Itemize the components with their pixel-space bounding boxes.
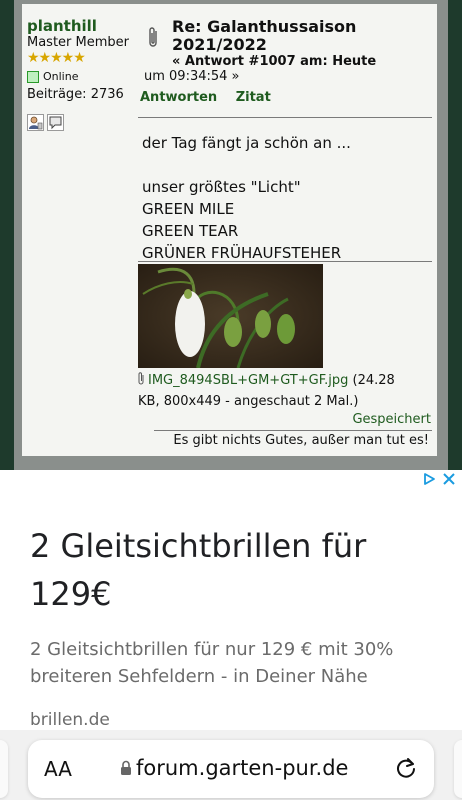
text-size-label: AA [44,757,72,781]
body-line: unser größtes "Licht" [142,178,301,196]
divider [138,261,432,262]
body-line: der Tag fängt ja schön an ... [142,134,351,152]
reply-number: « Antwort #1007 am: Heute [172,54,377,69]
reply-link[interactable]: Antworten [140,90,217,105]
url-display[interactable]: forum.garten-pur.de [120,756,348,780]
ad-choices[interactable] [422,472,456,486]
post-actions: Antworten Zitat [140,90,285,105]
profile-icon[interactable] [27,114,44,131]
text-size-button[interactable]: AA [44,757,72,781]
post-meta: « Antwort #1007 am: Heute um 09:34:54 » [144,54,437,84]
ad-domain[interactable]: brillen.de [30,710,110,730]
online-status: Online [27,70,142,83]
signature: Es gibt nichts Gutes, außer man tut es! [173,433,429,448]
post-title[interactable]: Re: Galanthussaison 2021/2022 [172,18,432,54]
post-count: Beiträge: 2736 [27,87,124,102]
author-rank: Master Member [27,35,130,50]
attachment-details: KB, 800x449 - angeschaut 2 Mal.) [138,394,359,409]
forum-post: planthill Master Member ★★★★★ Online Bei… [22,4,437,456]
body-line: GREEN MILE [142,200,235,218]
online-icon [27,70,39,83]
post-time: um 09:34:54 » [144,69,240,84]
online-label: Online [43,70,79,83]
next-tab-peek[interactable] [454,740,462,798]
ad-close-icon[interactable] [442,472,456,486]
divider [138,117,432,118]
attachment-size: (24.28 [348,373,395,388]
author-name[interactable]: planthill [27,18,142,35]
reload-icon[interactable] [394,755,418,781]
attachment-clip-icon [138,372,144,385]
author-panel: planthill Master Member ★★★★★ Online Bei… [27,18,142,131]
attachment-clip-icon [149,27,157,47]
signature-divider [154,430,432,431]
post-title-line2: 2021/2022 [172,35,267,54]
ad-info-icon[interactable] [422,472,436,486]
post-body: der Tag fängt ja schön an ... unser größ… [142,132,351,264]
ad-description[interactable]: 2 Gleitsichtbrillen für nur 129 € mit 30… [30,636,440,690]
attachment-filename[interactable]: IMG_8494SBL+GM+GT+GF.jpg [148,373,348,388]
author-icons [27,114,142,131]
rank-stars-icon: ★★★★★ [27,50,86,66]
message-icon[interactable] [47,114,64,131]
body-line: GREEN TEAR [142,222,239,240]
ad-headline[interactable]: 2 Gleitsichtbrillen für 129€ [30,522,430,618]
lock-icon [121,760,131,775]
post-title-line1: Re: Galanthussaison [172,17,357,36]
quote-link[interactable]: Zitat [236,90,271,105]
attachment-info: IMG_8494SBL+GM+GT+GF.jpg (24.28 KB, 800x… [138,370,428,412]
saved-label: Gespeichert [352,412,431,427]
snowdrop-photo[interactable] [138,264,323,368]
previous-tab-peek[interactable] [0,740,8,798]
url-text: forum.garten-pur.de [136,756,349,780]
